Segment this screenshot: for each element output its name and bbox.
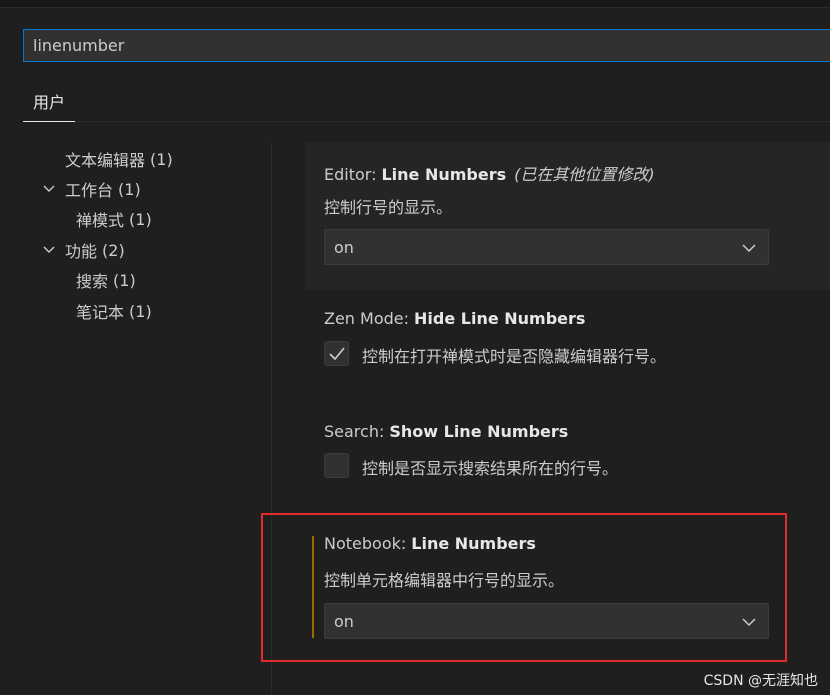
toc-item-notebook[interactable]: 笔记本 (1) xyxy=(76,298,152,324)
setting-title: Search: Show Line Numbers xyxy=(324,422,568,441)
setting-name: Hide Line Numbers xyxy=(414,309,586,328)
toc-item-count: (2) xyxy=(102,240,125,260)
setting-name: Line Numbers xyxy=(381,165,507,184)
annotation-highlight-box xyxy=(261,513,787,662)
toc-item-count: (1) xyxy=(150,149,173,169)
checkmark-icon xyxy=(329,347,345,361)
chevron-down-icon[interactable] xyxy=(42,243,56,257)
modified-elsewhere-link[interactable]: (已在其他位置修改) xyxy=(514,165,655,184)
setting-title: Zen Mode: Hide Line Numbers xyxy=(324,309,585,328)
setting-editor-line-numbers: Editor: Line Numbers (已在其他位置修改) 控制行号的显示。 o… xyxy=(305,142,830,290)
select-value: on xyxy=(334,237,354,257)
toc-item-count: (1) xyxy=(118,179,141,199)
toc-item-features[interactable]: 功能 (2) xyxy=(65,237,125,263)
toc-item-text-editor[interactable]: 文本编辑器 (1) xyxy=(65,146,173,172)
setting-name: Show Line Numbers xyxy=(389,422,569,441)
toc-item-label: 禅模式 xyxy=(76,211,125,230)
zen-hide-line-numbers-checkbox[interactable] xyxy=(324,341,349,366)
tab-user[interactable]: 用户 xyxy=(23,82,76,122)
toc-item-label: 笔记本 xyxy=(76,303,125,322)
setting-description: 控制在打开禅模式时是否隐藏编辑器行号。 xyxy=(362,347,667,366)
toc-item-count: (1) xyxy=(129,209,152,229)
toc-item-count: (1) xyxy=(113,270,136,290)
setting-category: Zen Mode: xyxy=(324,309,410,328)
setting-title: Editor: Line Numbers (已在其他位置修改) xyxy=(324,161,655,185)
watermark-text: CSDN @无涯知也 xyxy=(703,673,818,689)
setting-description: 控制行号的显示。 xyxy=(324,198,453,217)
chevron-down-icon xyxy=(742,244,756,253)
setting-category: Search: xyxy=(324,422,385,441)
toc-item-count: (1) xyxy=(129,301,152,321)
editor-line-numbers-select[interactable]: on xyxy=(324,229,769,265)
setting-description: 控制是否显示搜索结果所在的行号。 xyxy=(362,459,619,478)
setting-search-show-line-numbers: Search: Show Line Numbers 控制是否显示搜索结果所在的行号… xyxy=(305,402,830,514)
toc-item-label: 文本编辑器 xyxy=(65,151,146,170)
chevron-down-icon[interactable] xyxy=(42,182,56,196)
scope-tabs: 用户 xyxy=(23,82,830,122)
search-show-line-numbers-checkbox[interactable] xyxy=(324,453,349,478)
settings-search-input[interactable] xyxy=(23,29,830,62)
editor-top-strip xyxy=(0,0,830,8)
toc-item-label: 工作台 xyxy=(65,181,114,200)
toc-item-label: 搜索 xyxy=(76,272,109,291)
toc-item-search[interactable]: 搜索 (1) xyxy=(76,267,136,293)
toc-item-zen-mode[interactable]: 禅模式 (1) xyxy=(76,206,152,232)
setting-category: Editor: xyxy=(324,165,377,184)
toc-item-workbench[interactable]: 工作台 (1) xyxy=(65,176,141,202)
setting-zen-hide-line-numbers: Zen Mode: Hide Line Numbers 控制在打开禅模式时是否隐藏… xyxy=(305,290,830,402)
toc-item-label: 功能 xyxy=(65,242,98,261)
